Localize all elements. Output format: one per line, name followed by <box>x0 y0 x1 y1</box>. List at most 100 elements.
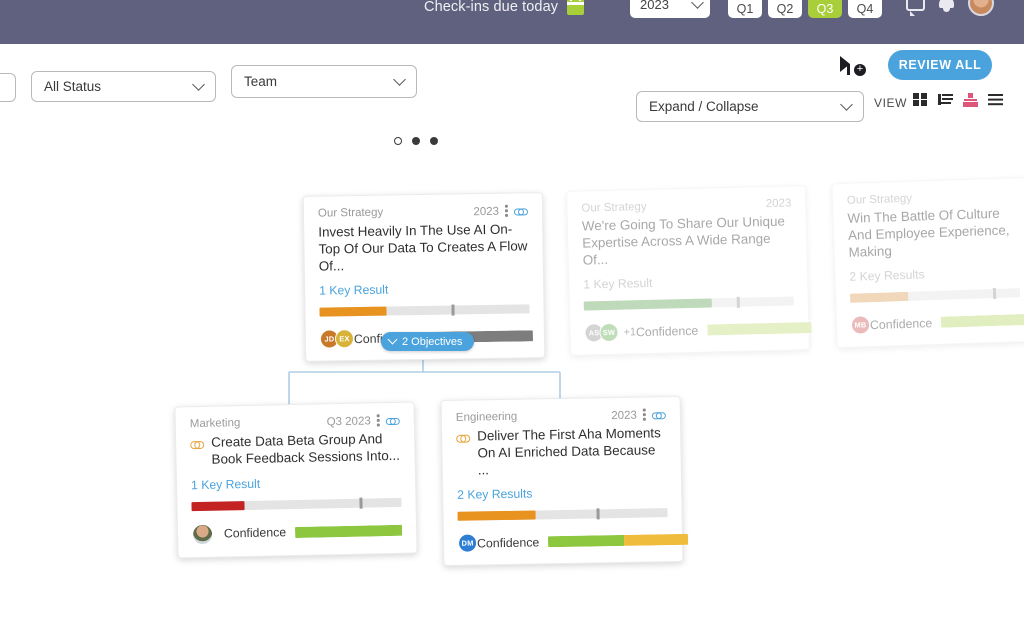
card-header-actions: 2023 <box>611 408 666 422</box>
card-confidence-bar <box>707 322 812 336</box>
card-progress-fill <box>457 510 536 522</box>
card-header: Our Strategy <box>847 189 1017 207</box>
card-confidence-label: Confidence <box>635 323 699 340</box>
card-confidence-bar <box>294 524 403 538</box>
quarter-button-q4[interactable]: Q4 <box>848 0 882 18</box>
carousel-dot-2[interactable] <box>412 137 420 145</box>
card-title[interactable]: We're Going To Share Our Unique Expertis… <box>582 213 793 268</box>
expand-collapse-value: Expand / Collapse <box>649 99 759 114</box>
card-avatar-group: JD EX <box>319 329 355 349</box>
card-key-results-link[interactable]: 2 Key Results <box>849 264 1019 284</box>
card-confidence-group: Confidence <box>223 523 403 541</box>
card-owner-label: Our Strategy <box>581 200 647 215</box>
card-strategy-culture[interactable]: Our Strategy Win The Battle Of Culture An… <box>831 176 1024 349</box>
hierarchy-view-icon[interactable] <box>963 93 978 107</box>
card-confidence-group: Confidence <box>636 321 812 339</box>
card-key-results-link[interactable]: 1 Key Result <box>319 281 529 298</box>
quarter-button-q1[interactable]: Q1 <box>728 0 762 18</box>
calendar-icon <box>567 0 585 15</box>
team-filter-select[interactable]: Team <box>231 65 417 98</box>
card-menu-kebab-icon[interactable] <box>505 205 508 218</box>
objectives-pill-label: 2 Objectives <box>402 335 463 348</box>
card-progress-fill <box>583 298 713 311</box>
card-link-icon[interactable] <box>514 205 528 217</box>
chevron-down-icon <box>192 78 205 91</box>
status-filter-value: All Status <box>44 79 102 94</box>
card-avatar-group: AS SW +1 <box>584 322 636 343</box>
card-title[interactable]: Invest Heavily In The Use AI On-Top Of O… <box>318 221 529 275</box>
card-avatar[interactable]: SW <box>599 322 619 343</box>
card-title[interactable]: Create Data Beta Group And Book Feedback… <box>190 431 401 469</box>
chat-icon[interactable] <box>906 0 925 16</box>
card-progress-bar <box>849 288 1021 304</box>
filter-add-icon[interactable]: + <box>840 55 866 77</box>
card-marketing-beta[interactable]: Marketing Q3 2023 Create Data Beta Group A… <box>174 401 418 558</box>
card-period-label: Q3 2023 <box>326 414 371 428</box>
card-progress-fill <box>191 500 245 511</box>
card-avatar-overflow-count[interactable]: +1 <box>623 326 636 338</box>
card-progress-bar <box>191 497 402 511</box>
top-navigation-bar: Check-ins due today 2023 Q1 Q2 Q3 Q4 <box>0 0 1024 44</box>
card-title[interactable]: Win The Battle Of Culture And Employee E… <box>847 205 1019 261</box>
card-header: Engineering 2023 <box>456 408 666 425</box>
card-confidence-segment <box>941 314 1024 329</box>
card-period-label: 2023 <box>765 197 792 211</box>
card-link-icon[interactable] <box>652 409 666 421</box>
chevron-down-icon <box>691 0 704 9</box>
lines-view-icon[interactable] <box>988 93 1003 107</box>
card-progress-target-marker <box>736 296 741 309</box>
card-title[interactable]: Deliver The First Aha Moments On AI Enri… <box>456 425 667 479</box>
card-confidence-segment <box>623 534 689 547</box>
checkins-label: Check-ins due today <box>424 0 559 15</box>
card-avatar[interactable]: DM <box>457 533 478 554</box>
card-key-results-link[interactable]: 1 Key Result <box>583 273 793 292</box>
year-select[interactable]: 2023 <box>630 0 710 18</box>
card-confidence-group: Confidence <box>870 313 1024 332</box>
view-label: VIEW <box>874 96 908 110</box>
filter-stem <box>847 64 850 75</box>
card-link-icon[interactable] <box>386 414 400 426</box>
filter-select-partial[interactable] <box>0 73 16 102</box>
chevron-down-icon <box>393 73 406 86</box>
card-progress-bar <box>583 296 794 311</box>
card-menu-kebab-icon[interactable] <box>643 409 646 422</box>
card-owner-label: Marketing <box>189 417 241 431</box>
user-avatar[interactable] <box>968 0 994 16</box>
expand-collapse-select[interactable]: Expand / Collapse <box>636 91 864 122</box>
card-avatar-photo[interactable] <box>191 523 214 545</box>
review-all-button[interactable]: REVIEW ALL <box>888 50 992 80</box>
card-avatar-group <box>191 523 214 545</box>
quarter-button-q2[interactable]: Q2 <box>768 0 802 18</box>
carousel-dots <box>394 137 438 145</box>
card-progress-bar <box>457 508 668 522</box>
objectives-expand-pill[interactable]: 2 Objectives <box>381 332 474 351</box>
status-filter-select[interactable]: All Status <box>31 71 216 102</box>
grid-view-icon[interactable] <box>913 93 928 107</box>
card-header-actions: Q3 2023 <box>327 414 400 429</box>
card-footer: Confidence <box>191 519 403 545</box>
card-avatar[interactable]: EX <box>334 329 355 349</box>
carousel-dot-3[interactable] <box>430 137 438 145</box>
card-progress-target-marker <box>596 508 600 520</box>
quarter-button-q3[interactable]: Q3 <box>808 0 842 18</box>
checkins-due-indicator[interactable]: Check-ins due today <box>424 0 585 15</box>
card-progress-target-marker <box>359 497 363 509</box>
card-avatar-group: DM <box>457 533 478 554</box>
card-period-label: 2023 <box>473 205 500 218</box>
carousel-dot-1[interactable] <box>394 137 402 145</box>
card-avatar[interactable]: MB <box>850 315 871 336</box>
card-confidence-label: Confidence <box>223 525 287 541</box>
card-footer: DM Confidence <box>457 530 689 554</box>
card-engineering-aha[interactable]: Engineering 2023 Deliver The First Aha Mom… <box>440 395 689 567</box>
list-view-icon[interactable] <box>938 93 953 107</box>
card-key-results-link[interactable]: 2 Key Results <box>457 484 667 502</box>
card-owner-label: Engineering <box>455 410 518 424</box>
year-select-value: 2023 <box>640 0 669 12</box>
card-period-label: 2023 <box>611 409 637 422</box>
bell-icon[interactable] <box>938 0 955 12</box>
tree-node-top <box>968 93 973 98</box>
tree-node-right <box>973 102 978 107</box>
card-menu-kebab-icon[interactable] <box>377 414 380 427</box>
card-strategy-expertise[interactable]: Our Strategy 2023 We're Going To Share Our… <box>566 185 812 357</box>
card-key-results-link[interactable]: 1 Key Result <box>191 473 401 491</box>
